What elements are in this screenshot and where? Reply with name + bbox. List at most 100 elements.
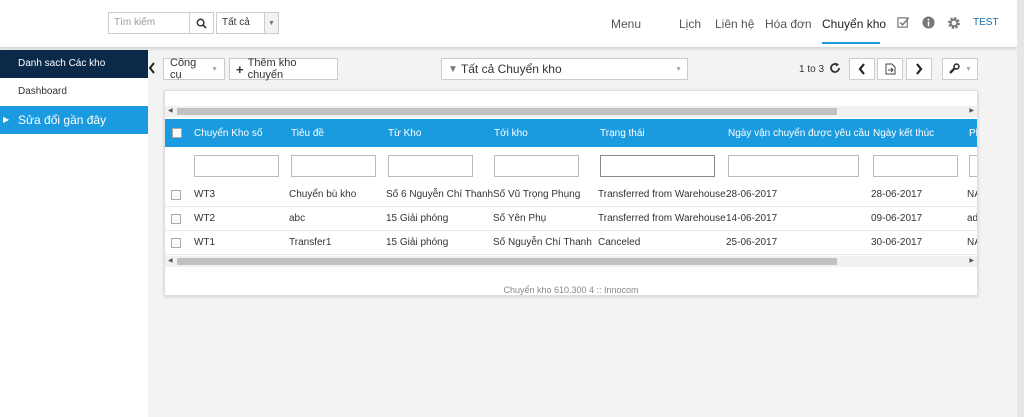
filter-input-extra[interactable] — [969, 155, 977, 177]
view-filter-value: Tất cả Chuyển kho — [460, 62, 562, 76]
table-row[interactable]: WT3 Chuyển bù kho Số 6 Nguyễn Chí Thanh … — [165, 183, 977, 207]
search-icon — [196, 18, 207, 29]
cell-transfer-no[interactable]: WT3 — [194, 189, 215, 200]
row-checkbox[interactable] — [171, 238, 181, 248]
column-header-requested-date[interactable]: Ngày vận chuyển được yêu cầu — [728, 128, 870, 139]
wrench-icon — [949, 63, 960, 74]
chevron-right-icon — [916, 63, 923, 75]
table-horizontal-scrollbar-bottom[interactable]: ◀ ▶ — [165, 256, 977, 267]
cell-title: abc — [289, 213, 306, 224]
next-page-button[interactable] — [906, 58, 932, 80]
row-checkbox[interactable] — [171, 214, 181, 224]
cell-to-warehouse: Số Yên Phụ — [493, 213, 547, 224]
cell-requested-date: 28-06-2017 — [726, 189, 778, 200]
row-checkbox[interactable] — [171, 190, 181, 200]
cell-transfer-no[interactable]: WT1 — [194, 237, 215, 248]
settings-dropdown[interactable]: ▼ — [942, 58, 978, 80]
cell-extra: NA — [967, 189, 977, 200]
scrollbar-thumb[interactable] — [177, 258, 837, 265]
nav-menu[interactable]: Menu — [611, 17, 641, 31]
filter-input-status[interactable] — [600, 155, 715, 177]
gear-icon[interactable] — [947, 16, 961, 30]
filter-input-requested-date[interactable] — [728, 155, 859, 177]
funnel-icon: ▼ — [448, 63, 458, 75]
pagination-info: 1 to 3 — [799, 64, 825, 75]
cell-end-date: 30-06-2017 — [871, 237, 923, 248]
tools-label: Công cụ — [170, 57, 197, 81]
chevron-down-icon: ▼ — [965, 65, 972, 73]
cell-status: Transferred from Warehouse — [598, 189, 726, 200]
search-scope-value: Tất cả — [222, 17, 250, 28]
scrollbar-thumb[interactable] — [177, 108, 837, 115]
filter-input-from-warehouse[interactable] — [388, 155, 473, 177]
tools-dropdown[interactable]: Công cụ ▼ — [163, 57, 225, 81]
chevron-down-icon: ▼ — [211, 65, 218, 73]
filter-input-end-date[interactable] — [873, 155, 958, 177]
column-header-to-warehouse[interactable]: Tới kho — [494, 128, 528, 139]
nav-transfers[interactable]: Chuyển kho — [822, 17, 886, 31]
column-header-extra[interactable]: Ph — [969, 128, 977, 139]
plus-icon: + — [236, 61, 244, 77]
sidebar: Danh sach Các kho chuyển Dashboard ▶ Sửa… — [0, 50, 148, 417]
table-row[interactable]: WT2 abc 15 Giải phóng Số Yên Phụ Transfe… — [165, 207, 977, 231]
cell-transfer-no[interactable]: WT2 — [194, 213, 215, 224]
cell-from-warehouse: 15 Giải phóng — [386, 237, 449, 248]
transfers-table-panel: ◀ ▶ Chuyển Kho số Tiêu đề Từ Kho Tới kho… — [164, 90, 978, 296]
sidebar-item-recent-changes[interactable]: ▶ Sửa đổi gần đây — [0, 106, 148, 134]
scroll-left-icon: ◀ — [168, 108, 173, 114]
sidebar-item-label: Sửa đổi gần đây — [18, 113, 107, 127]
cell-title: Transfer1 — [289, 237, 332, 248]
active-tab-indicator — [822, 42, 880, 44]
filter-input-title[interactable] — [291, 155, 376, 177]
column-header-end-date[interactable]: Ngày kết thúc — [873, 128, 934, 139]
table-header: Chuyển Kho số Tiêu đề Từ Kho Tới kho Trạ… — [165, 119, 977, 147]
sidebar-item-transfer-list[interactable]: Danh sach Các kho chuyển — [0, 50, 148, 97]
view-filter-select[interactable]: ▼ Tất cả Chuyển kho ▼ — [441, 58, 688, 80]
cell-extra: ad — [967, 213, 978, 224]
info-icon[interactable] — [922, 16, 936, 30]
cell-status: Transferred from Warehouse — [598, 213, 726, 224]
filter-input-to-warehouse[interactable] — [494, 155, 579, 177]
cell-requested-date: 25-06-2017 — [726, 237, 778, 248]
cell-to-warehouse: Số Vũ Trọng Phụng — [493, 189, 581, 200]
cell-extra: NA — [967, 237, 977, 248]
cell-from-warehouse: Số 6 Nguyễn Chí Thanh — [386, 189, 494, 200]
chevron-down-icon: ▼ — [264, 13, 278, 33]
page-scrollbar[interactable] — [1017, 0, 1024, 417]
cell-status: Canceled — [598, 237, 641, 248]
add-transfer-button[interactable]: + Thêm kho chuyển — [229, 57, 338, 81]
table-row[interactable]: WT1 Transfer1 15 Giải phóng Số Nguyễn Ch… — [165, 231, 977, 255]
scroll-right-icon: ▶ — [969, 108, 974, 114]
chevron-left-icon — [858, 63, 865, 75]
document-icon — [885, 63, 895, 75]
export-button[interactable] — [877, 58, 903, 80]
nav-calendar[interactable]: Lịch — [679, 17, 701, 31]
cell-title: Chuyển bù kho — [289, 189, 357, 200]
chevron-left-icon — [148, 62, 155, 74]
cell-requested-date: 14-06-2017 — [726, 213, 778, 224]
table-footer: Chuyển kho 610.300 4 :: Innocom — [503, 285, 639, 295]
column-header-from-warehouse[interactable]: Từ Kho — [388, 128, 421, 139]
user-menu[interactable]: TEST — [973, 17, 999, 28]
column-header-status[interactable]: Trạng thái — [600, 128, 645, 139]
nav-invoices[interactable]: Hóa đơn — [765, 17, 812, 31]
column-header-title[interactable]: Tiêu đề — [291, 128, 324, 139]
top-navbar: Tìm kiếm Tất cả ▼ Menu Lịch Liên hệ Hóa … — [0, 0, 1017, 48]
checkbox-icon[interactable] — [897, 16, 911, 30]
nav-contacts[interactable]: Liên hệ — [715, 17, 754, 31]
collapse-sidebar-button[interactable] — [148, 62, 156, 76]
table-horizontal-scrollbar-top[interactable]: ◀ ▶ — [165, 106, 977, 117]
column-header-transfer-no[interactable]: Chuyển Kho số — [194, 128, 262, 139]
search-scope-select[interactable]: Tất cả ▼ — [216, 12, 279, 34]
cell-to-warehouse: Số Nguyễn Chí Thanh — [493, 237, 592, 248]
filter-input-transfer-no[interactable] — [194, 155, 279, 177]
sidebar-item-dashboard[interactable]: Dashboard — [0, 78, 148, 106]
previous-page-button[interactable] — [849, 58, 875, 80]
select-all-checkbox[interactable] — [172, 128, 182, 138]
search-button[interactable] — [190, 12, 214, 34]
caret-right-icon: ▶ — [3, 115, 10, 124]
search-input[interactable]: Tìm kiếm — [108, 12, 190, 34]
cell-from-warehouse: 15 Giải phóng — [386, 213, 449, 224]
cell-end-date: 09-06-2017 — [871, 213, 923, 224]
refresh-icon[interactable] — [829, 62, 841, 74]
